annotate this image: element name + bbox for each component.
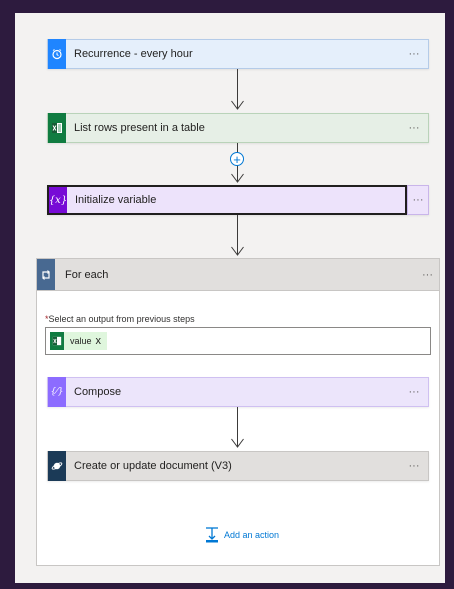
action-title: Create or update document (V3) xyxy=(74,460,232,472)
token-label: value xyxy=(70,336,92,346)
step-initialize-variable[interactable]: {x} Initialize variable xyxy=(47,185,407,215)
arrow-down-icon xyxy=(231,438,244,448)
add-action-icon xyxy=(206,527,218,543)
insert-step-button[interactable]: + xyxy=(230,152,244,166)
step-recurrence[interactable]: Recurrence - every hour ··· xyxy=(47,39,429,69)
foreach-header[interactable]: For each ··· xyxy=(37,259,439,291)
step-title: List rows present in a table xyxy=(74,122,205,134)
arrow-down-icon xyxy=(231,173,244,183)
step-title: Recurrence - every hour xyxy=(74,48,193,60)
more-options-button[interactable]: ··· xyxy=(404,460,428,472)
loop-icon xyxy=(37,259,55,290)
more-options-button[interactable]: ··· xyxy=(408,194,428,206)
excel-icon xyxy=(50,332,64,350)
more-options-button[interactable]: ··· xyxy=(422,269,439,281)
arrow-down-icon xyxy=(231,100,244,110)
more-options-panel[interactable]: ··· xyxy=(407,185,429,215)
add-action-button[interactable]: Add an action xyxy=(205,527,279,543)
more-options-button[interactable]: ··· xyxy=(404,48,428,60)
dynamic-content-token[interactable]: value x xyxy=(50,332,108,350)
more-options-button[interactable]: ··· xyxy=(404,386,428,398)
action-compose[interactable]: {⁄} Compose ··· xyxy=(47,377,429,407)
step-title: Initialize variable xyxy=(75,194,157,206)
foreach-title: For each xyxy=(65,268,109,281)
output-selector-input[interactable]: value x xyxy=(45,327,431,355)
arrow-down-icon xyxy=(231,246,244,256)
output-field-label: *Select an output from previous steps xyxy=(45,314,195,324)
add-action-label: Add an action xyxy=(224,530,280,540)
alarm-clock-icon xyxy=(48,39,66,69)
token-remove-button[interactable]: x xyxy=(96,335,102,347)
cosmos-db-icon xyxy=(48,451,66,481)
action-title: Compose xyxy=(74,386,122,398)
action-create-update-document[interactable]: Create or update document (V3) ··· xyxy=(47,451,429,481)
foreach-scope: For each ··· *Select an output from prev… xyxy=(36,258,440,566)
variable-icon: {x} xyxy=(49,187,67,213)
output-label-text: Select an output from previous steps xyxy=(48,314,195,324)
more-options-button[interactable]: ··· xyxy=(404,122,428,134)
compose-icon: {⁄} xyxy=(48,377,66,407)
step-list-rows[interactable]: List rows present in a table ··· xyxy=(47,113,429,143)
excel-icon xyxy=(48,113,66,143)
